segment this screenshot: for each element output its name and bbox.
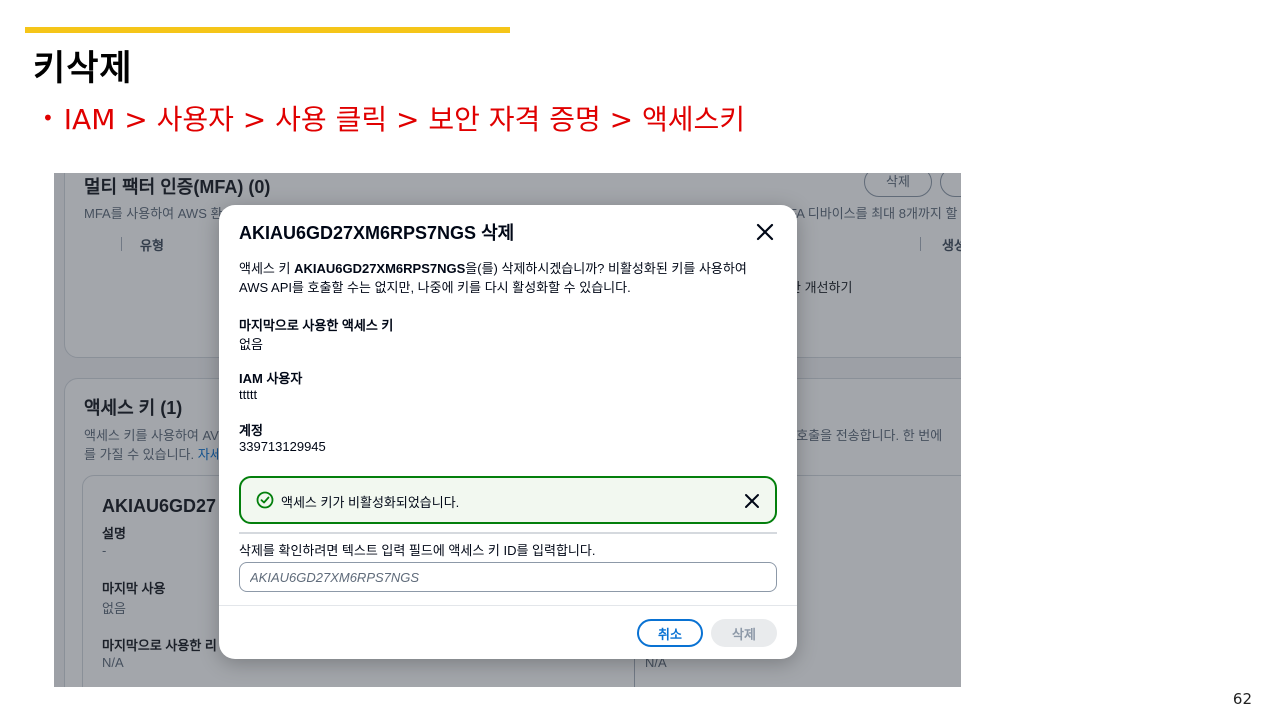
iam-user-value: ttttt xyxy=(239,387,258,402)
delete-access-key-modal: AKIAU6GD27XM6RPS7NGS 삭제 액세스 키 AKIAU6GD27… xyxy=(219,205,797,659)
alert-message: 액세스 키가 비활성화되었습니다. xyxy=(281,495,460,510)
confirm-instruction: 삭제를 확인하려면 텍스트 입력 필드에 액세스 키 ID를 입력합니다. xyxy=(239,543,596,558)
desc-prefix: 액세스 키 xyxy=(239,261,295,276)
page-number: 62 xyxy=(1232,690,1252,708)
section-divider xyxy=(239,532,777,534)
account-value: 339713129945 xyxy=(239,439,326,454)
check-circle-icon xyxy=(256,491,274,509)
slide-title: 키삭제 xyxy=(33,49,133,89)
success-alert: 액세스 키가 비활성화되었습니다. xyxy=(239,476,777,524)
dismiss-alert-icon[interactable] xyxy=(741,490,763,512)
breadcrumb-text: IAM > 사용자 > 사용 클릭 > 보안 자격 증명 > 액세스키 xyxy=(63,103,746,136)
modal-description: 액세스 키 AKIAU6GD27XM6RPS7NGS을(를) 삭제하시겠습니까?… xyxy=(239,259,779,297)
iam-user-label: IAM 사용자 xyxy=(239,371,303,386)
cancel-button[interactable]: 취소 xyxy=(637,619,703,647)
confirm-key-id-input[interactable] xyxy=(239,562,777,592)
bullet-dot: • xyxy=(42,106,54,130)
account-label: 계정 xyxy=(239,423,263,438)
last-used-key-label: 마지막으로 사용한 액세스 키 xyxy=(239,318,394,333)
accent-bar xyxy=(25,27,510,33)
footer-divider xyxy=(219,605,797,606)
desc-key-id: AKIAU6GD27XM6RPS7NGS xyxy=(294,261,466,276)
modal-title: AKIAU6GD27XM6RPS7NGS 삭제 xyxy=(239,223,515,243)
console-screenshot: 멀티 팩터 인증(MFA) (0) MFA를 사용하여 AWS 환 FA 디바이… xyxy=(54,173,961,687)
delete-button[interactable]: 삭제 xyxy=(711,619,777,647)
close-icon[interactable] xyxy=(752,219,778,245)
last-used-key-value: 없음 xyxy=(239,337,263,352)
breadcrumb: • IAM > 사용자 > 사용 클릭 > 보안 자격 증명 > 액세스키 xyxy=(42,98,745,138)
